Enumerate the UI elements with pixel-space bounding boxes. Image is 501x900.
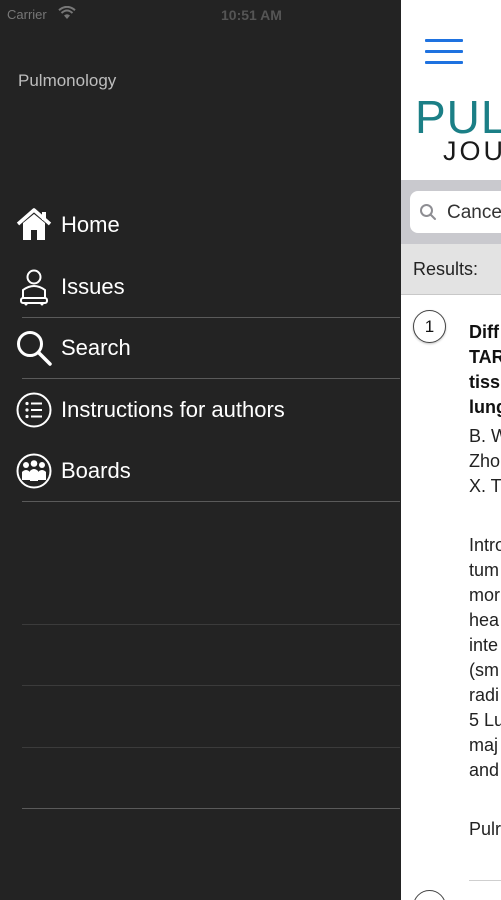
group-icon [14,451,54,491]
result-authors: B. W Zho X. T [469,426,501,496]
menu-item-label: Boards [61,458,131,483]
person-icon [14,267,54,307]
results-label: Results: [413,259,479,279]
result-title[interactable]: Diff TAR tiss lung [469,320,501,420]
menu-item-boards[interactable]: Boards [14,449,394,493]
menu-separator [22,317,400,318]
menu-item-instructions[interactable]: Instructions for authors [14,388,394,432]
menu-separator [22,747,400,748]
search-icon [14,328,54,368]
menu-separator [22,624,400,625]
menu-separator [22,378,400,379]
menu-item-label: Instructions for authors [61,397,285,422]
menu-item-home[interactable]: Home [14,203,394,247]
menu-item-label: Home [61,212,120,237]
search-icon [419,203,437,226]
menu-toggle-icon[interactable] [425,39,463,65]
search-bar: Cancer [401,180,501,244]
menu-separator [22,808,400,809]
journal-logo-subtitle: JOURNAL [443,136,501,166]
search-value: Cancer [447,202,501,223]
results-header: Results: [401,244,501,295]
result-journal: Pulr [469,819,501,839]
menu-item-label: Search [61,335,131,360]
result-separator [469,880,501,881]
list-icon [14,390,54,430]
menu-heading: Pulmonology [18,71,117,90]
home-icon [14,205,54,245]
carrier-label: Carrier [7,7,47,22]
menu-item-issues[interactable]: Issues [14,265,394,309]
menu-separator [22,501,400,502]
menu-item-label: Issues [61,274,125,299]
result-abstract: Intro tum mor hea inte (sm radi 5 Lu maj… [469,535,501,780]
main-panel[interactable]: PULMONOLOGY JOURNAL Cancer Results: 1 Di… [401,0,501,900]
result-number-badge: 1 [413,310,446,343]
wifi-icon [58,5,76,25]
search-input[interactable]: Cancer [410,191,501,233]
clock: 10:51 AM [221,7,282,23]
result-number-badge [413,890,446,900]
menu-item-search[interactable]: Search [14,326,394,370]
result-item[interactable]: Diff TAR tiss lung B. W Zho X. T Intro t… [469,320,501,842]
menu-separator [22,685,400,686]
